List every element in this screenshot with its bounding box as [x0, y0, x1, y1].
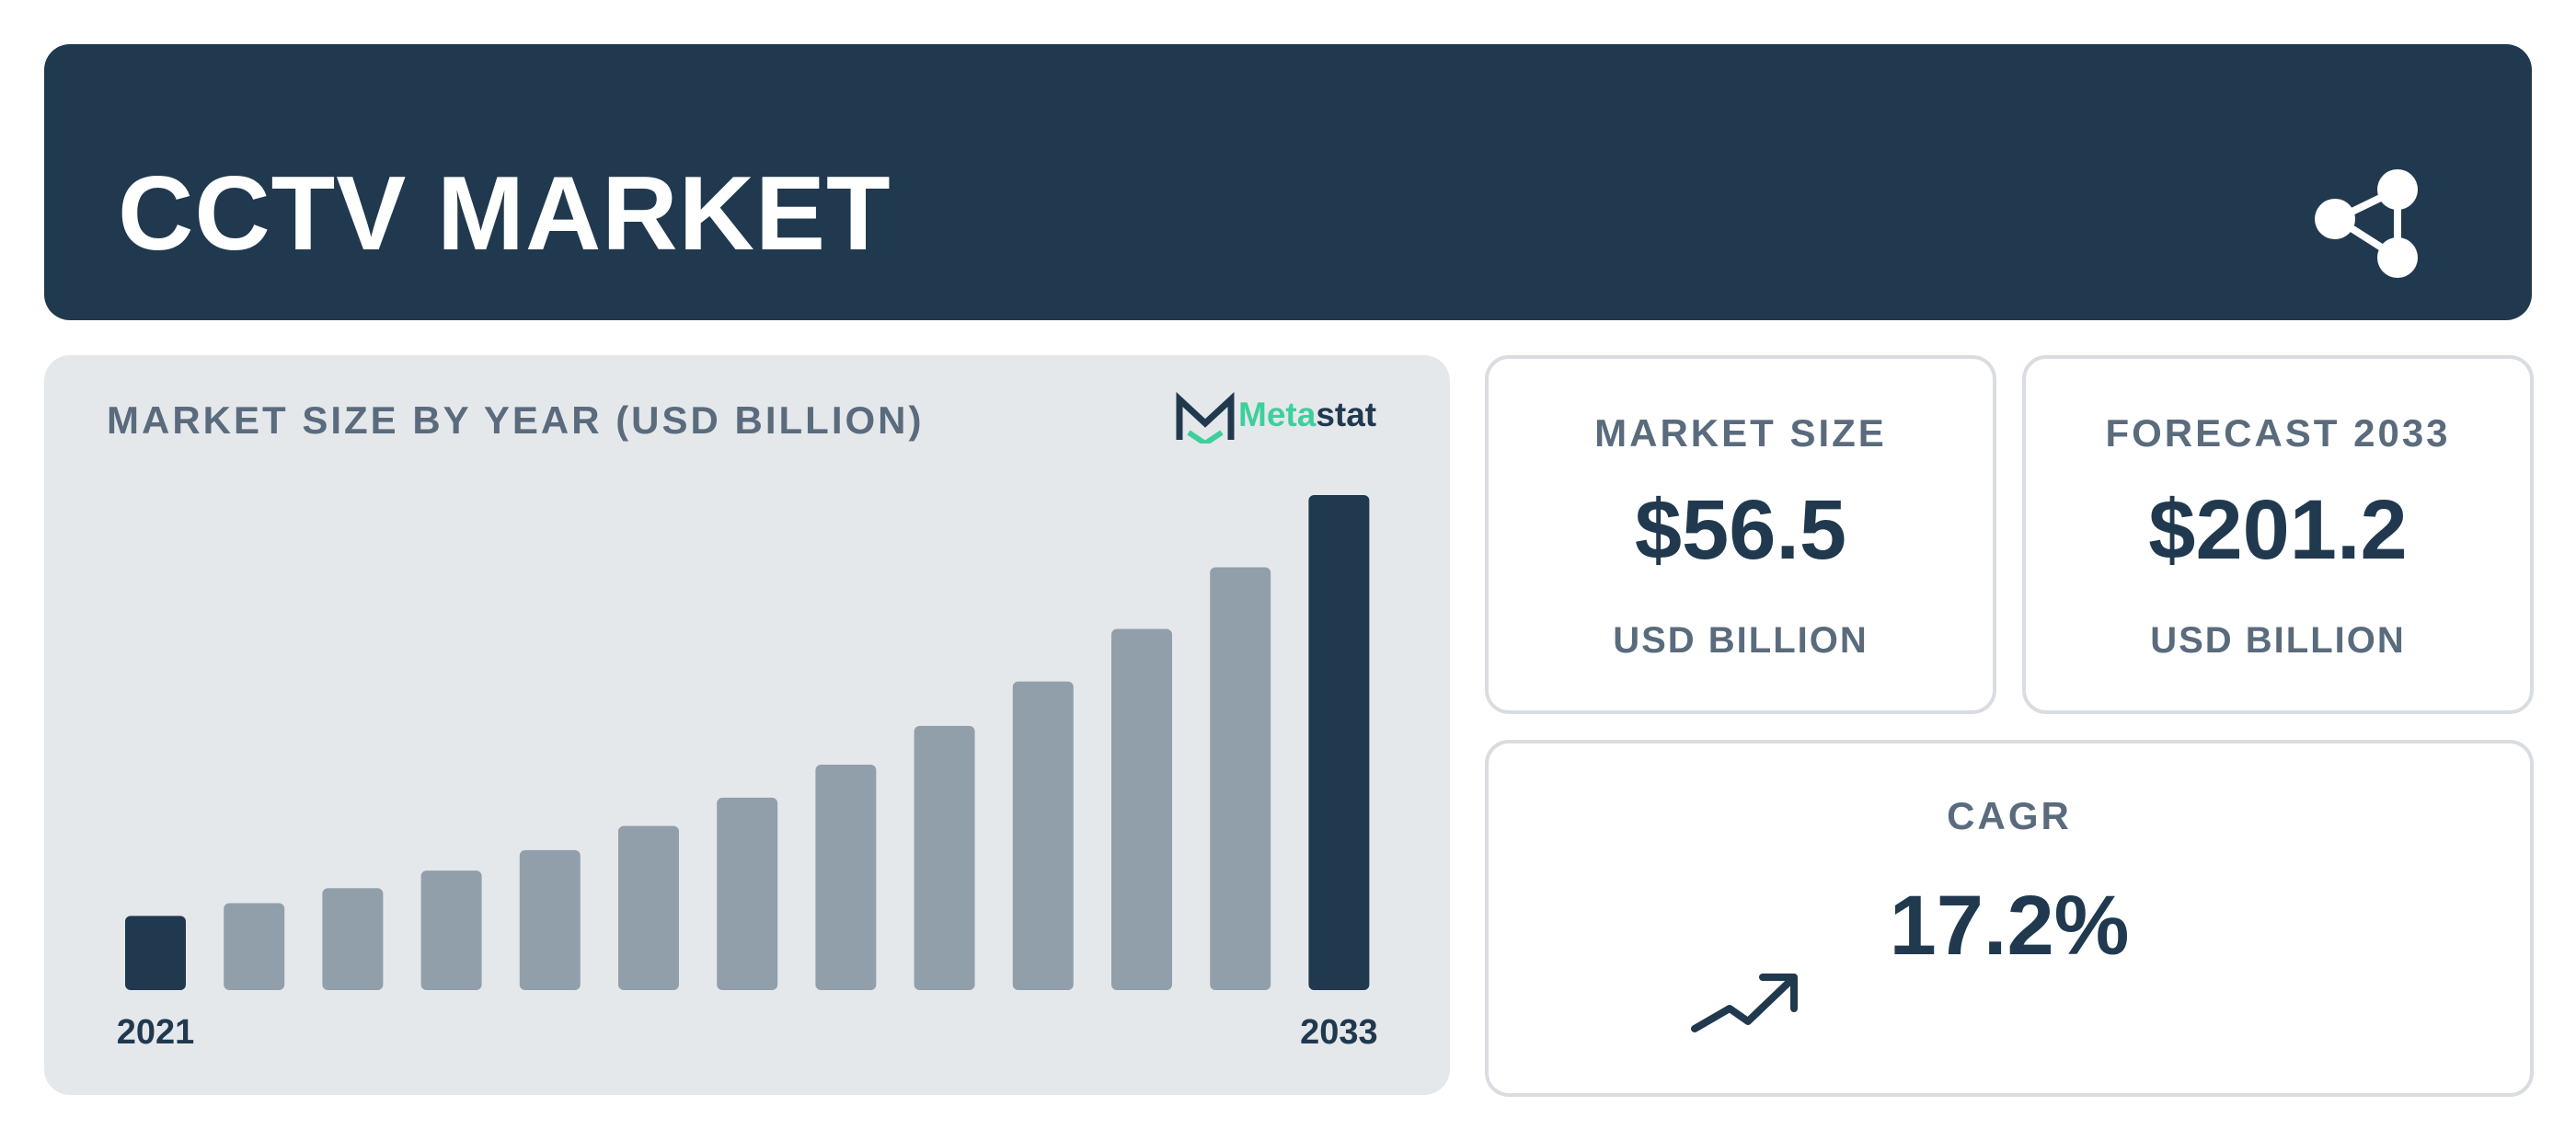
bar-2029: [914, 725, 975, 990]
bar-2021: [125, 916, 186, 990]
bar-2033: [1308, 495, 1370, 990]
bar-2022: [224, 903, 285, 990]
cagr-value: 17.2%: [1889, 879, 2130, 973]
cagr-card: CAGR 17.2%: [1485, 740, 2534, 1097]
forecast-card: FORECAST 2033 $201.2 USD BILLION: [2022, 355, 2534, 714]
bar-chart: 2021 2033: [117, 495, 1378, 1052]
bar-2027: [717, 797, 778, 990]
bar-2026: [618, 825, 679, 990]
bar-2032: [1210, 567, 1271, 990]
market-size-card: MARKET SIZE $56.5 USD BILLION: [1485, 355, 1996, 714]
market-size-label: MARKET SIZE: [1594, 411, 1887, 455]
page-title: CCTV MARKET: [118, 156, 891, 272]
forecast-label: FORECAST 2033: [2105, 411, 2451, 455]
forecast-value: $201.2: [2148, 483, 2408, 577]
share-icon[interactable]: [2307, 162, 2436, 291]
bar-2025: [519, 849, 581, 990]
forecast-unit: USD BILLION: [2150, 620, 2406, 661]
trending-up-icon: [1691, 974, 1798, 1032]
x-tick-label-2021: 2021: [117, 1013, 195, 1052]
header-banner: CCTV MARKET: [44, 44, 2532, 320]
market-size-unit: USD BILLION: [1613, 620, 1869, 661]
market-size-chart-card: MARKET SIZE BY YEAR (USD BILLION) Metast…: [44, 355, 1450, 1095]
bar-2030: [1012, 681, 1074, 990]
bar-2028: [815, 764, 877, 990]
bar-2024: [420, 870, 482, 990]
cagr-label: CAGR: [1947, 794, 2072, 837]
x-tick-label-2033: 2033: [1300, 1013, 1378, 1052]
bar-2023: [322, 888, 384, 990]
bar-2031: [1111, 628, 1172, 990]
market-size-value: $56.5: [1634, 483, 1847, 577]
